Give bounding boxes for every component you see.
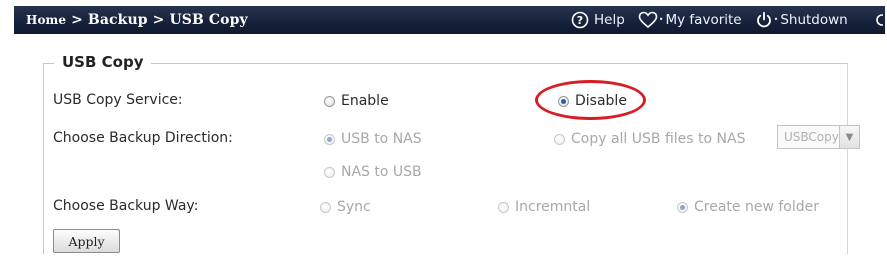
nas-to-usb-label: NAS to USB bbox=[341, 164, 422, 180]
chevron-down-icon[interactable]: ▼ bbox=[838, 126, 859, 148]
create-new-folder-radio[interactable]: Create new folder bbox=[677, 199, 819, 215]
folder-select-value: USBCopy bbox=[784, 130, 839, 144]
enable-radio[interactable]: Enable bbox=[324, 93, 389, 109]
radio-icon bbox=[554, 133, 565, 145]
radio-icon bbox=[324, 133, 335, 145]
shutdown-button[interactable]: • Shutdown bbox=[755, 11, 848, 29]
radio-icon bbox=[320, 201, 331, 213]
usb-to-nas-label: USB to NAS bbox=[341, 131, 422, 147]
usb-to-nas-radio[interactable]: USB to NAS bbox=[324, 131, 422, 147]
radio-icon bbox=[324, 95, 335, 107]
help-button[interactable]: ? Help bbox=[571, 11, 625, 29]
breadcrumb-separator: > bbox=[152, 12, 165, 28]
dot-separator: • bbox=[773, 14, 779, 24]
enable-label: Enable bbox=[341, 93, 389, 109]
help-label: Help bbox=[594, 12, 625, 28]
radio-icon bbox=[677, 201, 688, 213]
create-new-folder-label: Create new folder bbox=[694, 199, 819, 215]
svg-text:?: ? bbox=[577, 14, 583, 27]
way-label: Choose Backup Way: bbox=[53, 198, 199, 214]
incremental-radio[interactable]: Incremntal bbox=[498, 199, 590, 215]
header-actions: ? Help • My favorite • Shutdown bbox=[571, 6, 861, 34]
favorite-button[interactable]: • My favorite bbox=[638, 11, 742, 29]
help-icon: ? bbox=[571, 11, 589, 29]
sync-radio[interactable]: Sync bbox=[320, 199, 371, 215]
shutdown-label: Shutdown bbox=[780, 12, 848, 28]
breadcrumb: Home > Backup > USB Copy bbox=[26, 6, 248, 34]
service-label: USB Copy Service: bbox=[53, 92, 183, 108]
nas-to-usb-radio[interactable]: NAS to USB bbox=[324, 164, 422, 180]
sync-label: Sync bbox=[337, 199, 371, 215]
folder-select[interactable]: USBCopy ▼ bbox=[777, 125, 860, 149]
breadcrumb-current: USB Copy bbox=[169, 12, 248, 28]
annotation-circle bbox=[535, 80, 646, 120]
copy-all-usb-label: Copy all USB files to NAS bbox=[571, 131, 746, 147]
favorite-label: My favorite bbox=[665, 12, 742, 28]
power-icon bbox=[755, 11, 773, 29]
apply-button[interactable]: Apply bbox=[53, 229, 120, 253]
copy-all-usb-radio[interactable]: Copy all USB files to NAS bbox=[554, 131, 745, 147]
heart-icon bbox=[638, 11, 658, 29]
radio-icon bbox=[324, 166, 335, 178]
radio-icon bbox=[498, 201, 509, 213]
incremental-label: Incremntal bbox=[515, 199, 591, 215]
breadcrumb-backup[interactable]: Backup bbox=[88, 12, 148, 28]
breadcrumb-home[interactable]: Home bbox=[26, 13, 66, 27]
partial-icon bbox=[875, 12, 887, 32]
breadcrumb-separator: > bbox=[71, 12, 83, 28]
top-bar: Home > Backup > USB Copy ? Help • My fav… bbox=[14, 6, 887, 34]
direction-label: Choose Backup Direction: bbox=[53, 130, 233, 146]
dot-separator: • bbox=[658, 14, 664, 24]
section-title: USB Copy bbox=[54, 53, 152, 71]
